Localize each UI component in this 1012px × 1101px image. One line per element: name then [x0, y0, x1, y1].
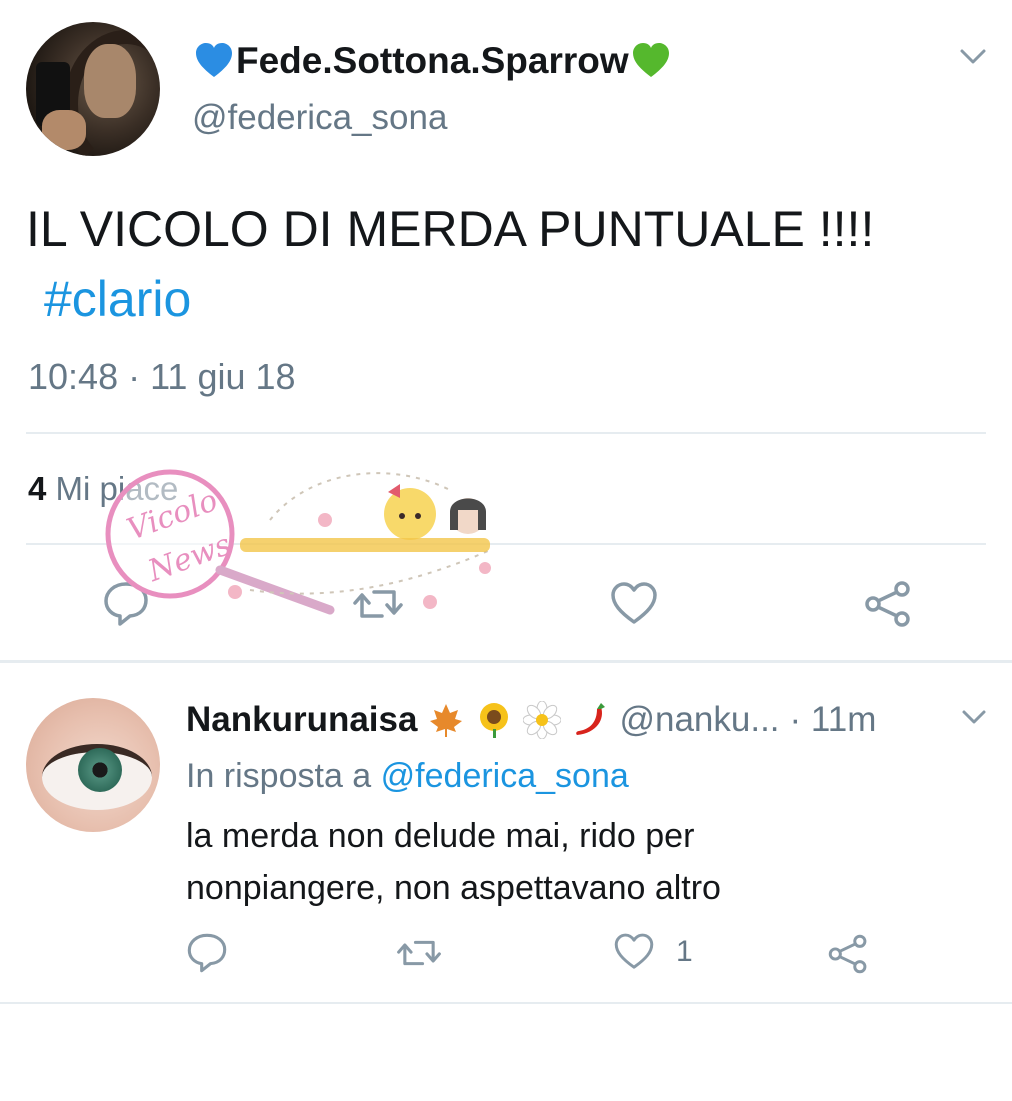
chili-pepper-icon [576, 703, 606, 735]
divider [26, 432, 986, 434]
reply-time[interactable]: · 11m [790, 700, 877, 740]
likes-count: 4 [28, 470, 47, 507]
reply-icon [187, 933, 227, 973]
reply-prefix: In risposta a [186, 757, 372, 795]
like-icon [611, 582, 657, 624]
share-button[interactable] [826, 932, 870, 976]
chevron-down-icon[interactable] [958, 46, 988, 68]
sunflower-icon [480, 703, 509, 738]
hashtag-link[interactable]: #clario [44, 270, 191, 328]
green-heart-icon [632, 43, 669, 77]
like-button[interactable] [608, 578, 660, 630]
main-display-name-text: Fede.Sottona.Sparrow [236, 40, 629, 81]
like-count: 1 [676, 935, 693, 968]
share-button[interactable] [862, 578, 914, 630]
reply-text: la merda non delude mai, rido per nonpia… [186, 817, 721, 907]
share-icon [828, 934, 867, 974]
retweet-icon [397, 940, 441, 966]
daisy-icon [523, 701, 562, 739]
reply-avatar[interactable] [26, 698, 160, 832]
like-button[interactable]: 1 [612, 930, 693, 974]
reply-button[interactable] [184, 930, 230, 976]
main-avatar[interactable] [26, 22, 160, 156]
like-icon [614, 933, 654, 969]
tweet-text: IL VICOLO DI MERDA PUNTUALE !!!! [26, 201, 875, 257]
main-handle[interactable]: @federica_sona [192, 98, 447, 138]
reply-mention-link[interactable]: @federica_sona [381, 757, 629, 795]
chevron-down-icon[interactable] [960, 708, 988, 728]
share-icon [865, 581, 910, 627]
reply-handle[interactable]: @nanku... [619, 700, 779, 740]
thread-separator [0, 660, 1012, 663]
divider [0, 1002, 1012, 1004]
main-display-name[interactable]: Fede.Sottona.Sparrow [194, 40, 671, 82]
retweet-button[interactable] [396, 930, 442, 976]
reply-context: In risposta a @federica_sona [186, 757, 629, 796]
tweet-timestamp[interactable]: 10:48 · 11 giu 18 [28, 356, 296, 398]
reply-header: Nankurunaisa @nanku... · 11m [186, 700, 876, 740]
maple-leaf-icon [430, 704, 463, 737]
watermark-logo: Vicolo News [105, 469, 491, 615]
blue-heart-icon [196, 43, 232, 77]
reply-display-name[interactable]: Nankurunaisa [186, 700, 417, 740]
